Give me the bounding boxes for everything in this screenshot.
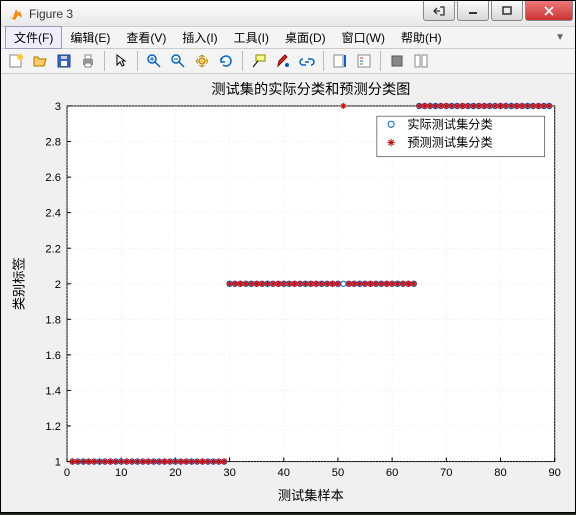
window-buttons	[421, 1, 573, 23]
menu-bar: 文件(F) 编辑(E) 查看(V) 插入(I) 工具(I) 桌面(D) 窗口(W…	[1, 27, 575, 49]
separator	[323, 51, 324, 71]
svg-text:40: 40	[278, 467, 290, 479]
zoom-in-icon[interactable]	[143, 50, 165, 72]
svg-text:2.4: 2.4	[45, 208, 61, 220]
brush-icon[interactable]	[272, 50, 294, 72]
svg-text:1.4: 1.4	[45, 386, 61, 398]
svg-text:预测测试集分类: 预测测试集分类	[407, 135, 492, 150]
svg-text:测试集的实际分类和预测分类图: 测试集的实际分类和预测分类图	[211, 81, 410, 98]
menu-desktop[interactable]: 桌面(D)	[277, 27, 334, 48]
rotate-icon[interactable]	[215, 50, 237, 72]
svg-text:实际测试集分类: 实际测试集分类	[407, 117, 492, 132]
datatip-icon[interactable]	[248, 50, 270, 72]
svg-text:类别标签: 类别标签	[10, 258, 26, 311]
pan-icon[interactable]	[191, 50, 213, 72]
menu-window[interactable]: 窗口(W)	[334, 27, 393, 48]
menu-overflow-icon[interactable]: ▼	[549, 32, 571, 43]
chart: 0 10 20 30 40 50 60 70 80 90 1 1.2 1.4 1.6 1.8 2 2.2 2.4 2…	[1, 74, 575, 512]
window-title: Figure 3	[29, 7, 421, 21]
separator	[380, 51, 381, 71]
menu-edit[interactable]: 编辑(E)	[62, 27, 118, 48]
svg-text:10: 10	[115, 467, 127, 479]
svg-text:1: 1	[55, 457, 61, 469]
new-figure-icon[interactable]	[5, 50, 27, 72]
toolbar	[1, 49, 575, 74]
figure-window: Figure 3 文件(F) 编辑(E) 查看(V) 插入(I) 工具(I) 桌…	[0, 0, 576, 513]
open-icon[interactable]	[29, 50, 51, 72]
menu-help[interactable]: 帮助(H)	[393, 27, 450, 48]
svg-text:50: 50	[332, 467, 344, 479]
undock-button[interactable]	[423, 1, 455, 21]
menu-file[interactable]: 文件(F)	[5, 26, 62, 49]
svg-text:60: 60	[386, 467, 398, 479]
legend-icon[interactable]	[353, 50, 375, 72]
svg-text:90: 90	[548, 467, 560, 479]
pointer-icon[interactable]	[110, 50, 132, 72]
title-bar[interactable]: Figure 3	[1, 1, 575, 27]
matlab-icon	[7, 6, 23, 22]
svg-text:1.6: 1.6	[45, 350, 61, 362]
svg-text:80: 80	[494, 467, 506, 479]
maximize-button[interactable]	[491, 1, 523, 21]
save-icon[interactable]	[53, 50, 75, 72]
zoom-out-icon[interactable]	[167, 50, 189, 72]
svg-text:0: 0	[64, 467, 70, 479]
svg-text:30: 30	[223, 467, 235, 479]
svg-text:2: 2	[55, 279, 61, 291]
svg-text:20: 20	[169, 467, 181, 479]
separator	[137, 51, 138, 71]
svg-text:1.8: 1.8	[45, 315, 61, 327]
axes-area[interactable]: 0 10 20 30 40 50 60 70 80 90 1 1.2 1.4 1.6 1.8 2 2.2 2.4 2…	[1, 74, 575, 512]
svg-text:测试集样本: 测试集样本	[278, 488, 344, 503]
svg-text:3: 3	[55, 101, 61, 113]
hide-plot-tools-icon[interactable]	[386, 50, 408, 72]
svg-text:2.6: 2.6	[45, 172, 61, 184]
svg-text:1.2: 1.2	[45, 421, 61, 433]
separator	[104, 51, 105, 71]
show-plot-tools-icon[interactable]	[410, 50, 432, 72]
minimize-button[interactable]	[457, 1, 489, 21]
separator	[242, 51, 243, 71]
menu-view[interactable]: 查看(V)	[118, 27, 174, 48]
menu-tools[interactable]: 工具(I)	[226, 27, 277, 48]
close-button[interactable]	[525, 1, 573, 21]
svg-text:70: 70	[440, 467, 452, 479]
link-icon[interactable]	[296, 50, 318, 72]
svg-text:2.8: 2.8	[45, 137, 61, 149]
colorbar-icon[interactable]	[329, 50, 351, 72]
menu-insert[interactable]: 插入(I)	[174, 27, 225, 48]
svg-text:2.2: 2.2	[45, 243, 61, 255]
print-icon[interactable]	[77, 50, 99, 72]
